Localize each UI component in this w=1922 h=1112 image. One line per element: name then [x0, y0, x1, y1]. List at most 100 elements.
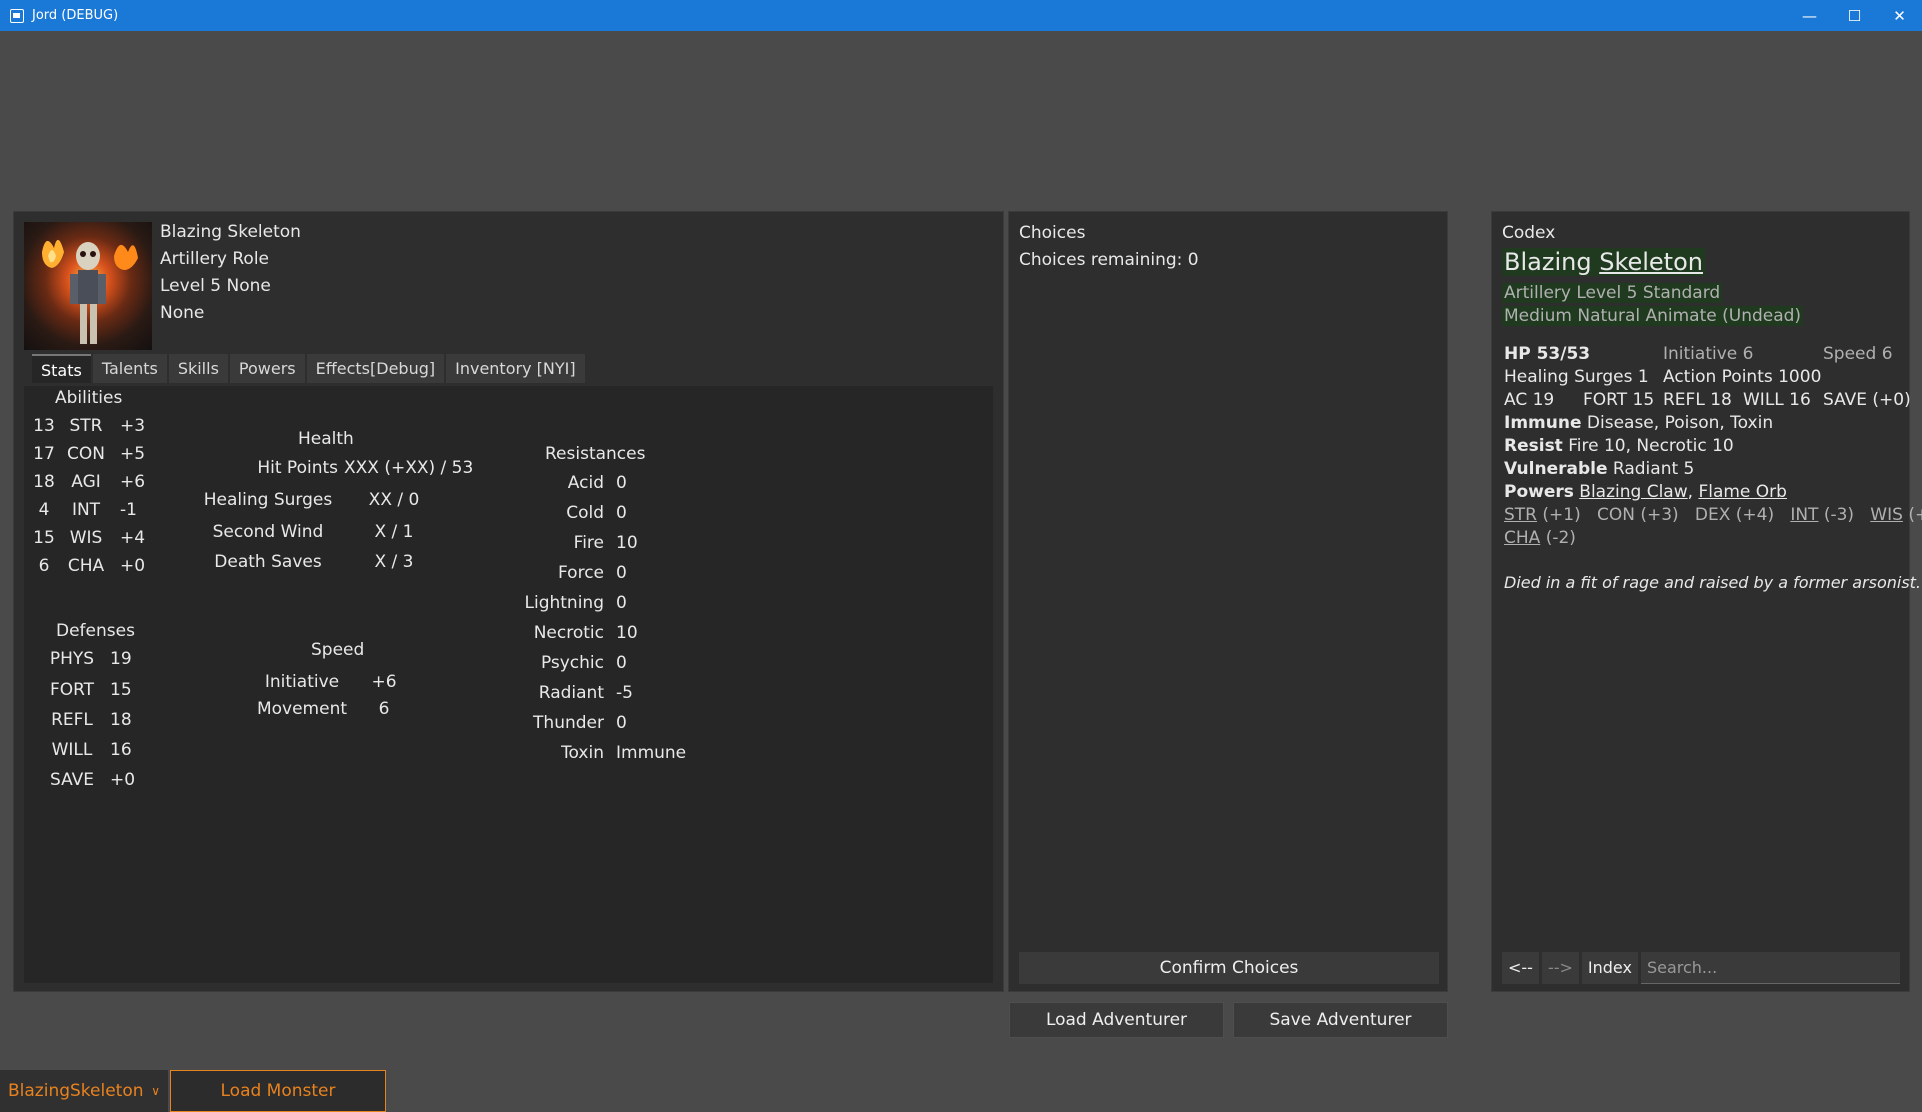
- speed-value: +6: [371, 672, 397, 692]
- defense-name: FORT: [49, 680, 95, 700]
- ability-score: 13: [33, 416, 55, 436]
- tab-stats[interactable]: Stats: [32, 354, 91, 383]
- ability-name: INT: [71, 500, 101, 520]
- stat-link[interactable]: CHA: [1504, 528, 1540, 548]
- resistance-name: Thunder: [533, 713, 604, 733]
- power-link[interactable]: Flame Orb: [1698, 482, 1787, 502]
- resistances-title: Resistances: [545, 444, 646, 464]
- save-adventurer-button[interactable]: Save Adventurer: [1233, 1002, 1448, 1038]
- stats-area: Abilities 13 STR +3 17 CON +5 18 AGI +6 …: [24, 386, 993, 983]
- character-name: Blazing Skeleton: [160, 222, 301, 242]
- codex-nav: <-- --> Index Search...: [1502, 952, 1900, 984]
- choices-panel: Choices Choices remaining: 0 Confirm Cho…: [1008, 211, 1448, 992]
- maximize-icon[interactable]: ☐: [1832, 0, 1877, 31]
- stat-label: DEX: [1694, 505, 1731, 525]
- stat-label: CON: [1596, 505, 1635, 525]
- codex-vulnerable: Vulnerable Radiant 5: [1504, 459, 1694, 479]
- ability-mod: +6: [120, 472, 146, 492]
- codex-forward-button[interactable]: -->: [1541, 952, 1579, 984]
- power-link[interactable]: Blazing Claw: [1579, 482, 1687, 502]
- health-value: X / 3: [374, 552, 414, 572]
- codex-title: Codex: [1502, 223, 1556, 243]
- stat-value: (+4): [1735, 505, 1775, 525]
- speed-label: Movement: [256, 699, 348, 719]
- immune-value: Disease, Poison, Toxin: [1586, 413, 1774, 433]
- stat-value: (+2): [1908, 505, 1922, 525]
- powers-label: Powers: [1504, 482, 1574, 502]
- tab-bar: Stats Talents Skills Powers Effects[Debu…: [32, 354, 587, 384]
- health-label: Death Saves: [214, 552, 322, 572]
- resistance-value: 10: [616, 623, 638, 643]
- codex-back-button[interactable]: <--: [1502, 952, 1539, 984]
- choices-title: Choices: [1019, 223, 1086, 243]
- codex-immune: Immune Disease, Poison, Toxin: [1504, 413, 1773, 433]
- defense-name: REFL: [51, 710, 93, 730]
- ability-name: CON: [67, 444, 105, 464]
- ability-name: CHA: [67, 556, 105, 576]
- codex-refl: REFL 18: [1663, 390, 1732, 410]
- close-icon[interactable]: ✕: [1877, 0, 1922, 31]
- monster-select[interactable]: BlazingSkeleton ∨: [0, 1070, 168, 1112]
- minimize-icon[interactable]: —: [1787, 0, 1832, 31]
- load-monster-button[interactable]: Load Monster: [170, 1070, 386, 1112]
- health-label: Hit Points: [257, 458, 338, 478]
- speed-value: 6: [378, 699, 390, 719]
- chevron-down-icon: ∨: [151, 1084, 160, 1098]
- resistance-value: 0: [616, 563, 627, 583]
- health-value: XXX (+XX) / 53: [344, 458, 474, 478]
- resistance-value: 10: [616, 533, 638, 553]
- defense-value: 15: [110, 680, 132, 700]
- resistance-name: Force: [558, 563, 604, 583]
- defense-value: 16: [110, 740, 132, 760]
- tab-effects[interactable]: Effects[Debug]: [306, 354, 445, 383]
- speed-title: Speed: [311, 640, 365, 660]
- resist-value: Fire 10, Necrotic 10: [1568, 436, 1734, 456]
- vulnerable-value: Radiant 5: [1612, 459, 1695, 479]
- ability-score: 4: [38, 500, 50, 520]
- codex-speed: Speed 6: [1823, 344, 1893, 364]
- confirm-choices-button[interactable]: Confirm Choices: [1019, 952, 1439, 984]
- character-panel: Blazing Skeleton Artillery Role Level 5 …: [13, 211, 1004, 992]
- codex-index-button[interactable]: Index: [1581, 952, 1638, 984]
- ability-mod: +0: [120, 556, 146, 576]
- vulnerable-label: Vulnerable: [1504, 459, 1608, 479]
- codex-flavor-text: Died in a fit of rage and raised by a fo…: [1504, 573, 1922, 592]
- codex-monster-name: Blazing Skeleton: [1502, 248, 1705, 276]
- stat-link[interactable]: STR: [1504, 505, 1537, 525]
- codex-action-points: Action Points 1000: [1663, 367, 1822, 387]
- ability-score: 15: [33, 528, 55, 548]
- resistance-name: Necrotic: [533, 623, 604, 643]
- stat-link[interactable]: WIS: [1870, 505, 1903, 525]
- defense-name: PHYS: [49, 649, 95, 669]
- ability-name: STR: [69, 416, 103, 436]
- load-adventurer-button[interactable]: Load Adventurer: [1009, 1002, 1224, 1038]
- health-value: XX / 0: [368, 490, 420, 510]
- resistance-name: Acid: [567, 473, 604, 493]
- resistance-value: -5: [616, 683, 633, 703]
- health-label: Healing Surges: [203, 490, 333, 510]
- stat-value: (-3): [1823, 505, 1855, 525]
- codex-ability-line-2: CHA (-2): [1504, 528, 1576, 548]
- codex-name-link[interactable]: Skeleton: [1599, 248, 1703, 276]
- codex-search-input[interactable]: Search...: [1640, 952, 1900, 984]
- stat-value: (+1): [1542, 505, 1581, 525]
- resistance-value: 0: [616, 473, 627, 493]
- resist-label: Resist: [1504, 436, 1563, 456]
- codex-save: SAVE (+0): [1823, 390, 1911, 410]
- tab-talents[interactable]: Talents: [92, 354, 167, 383]
- tab-powers[interactable]: Powers: [229, 354, 305, 383]
- defense-value: +0: [110, 770, 136, 790]
- defense-value: 18: [110, 710, 132, 730]
- codex-name-first: Blazing: [1504, 248, 1592, 276]
- app-icon: [10, 8, 24, 23]
- codex-hp: HP 53/53: [1504, 344, 1591, 364]
- health-label: Second Wind: [212, 522, 324, 542]
- resistance-name: Cold: [566, 503, 604, 523]
- resistance-value: 0: [616, 503, 627, 523]
- tab-skills[interactable]: Skills: [168, 354, 228, 383]
- tab-inventory[interactable]: Inventory [NYI]: [446, 354, 585, 383]
- stat-link[interactable]: INT: [1790, 505, 1818, 525]
- resistance-value: Immune: [616, 743, 687, 763]
- codex-ac: AC 19: [1504, 390, 1555, 410]
- immune-label: Immune: [1504, 413, 1582, 433]
